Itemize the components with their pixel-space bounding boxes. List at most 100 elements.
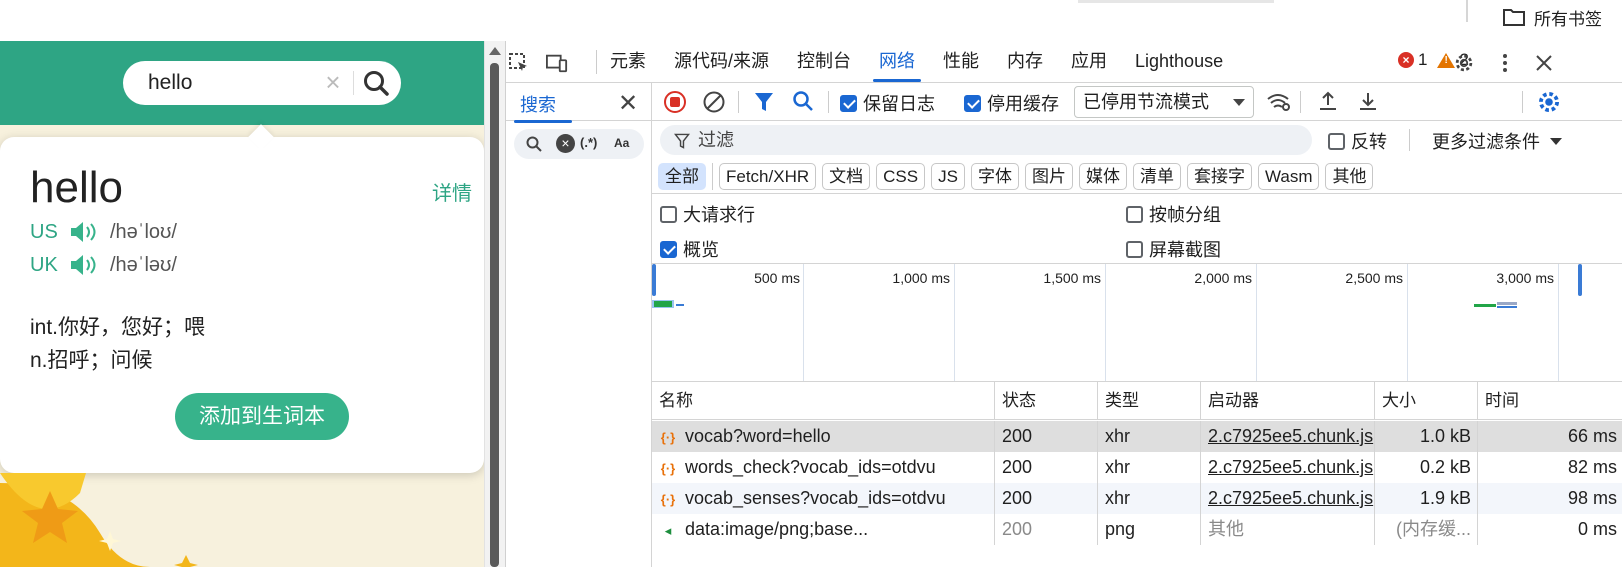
- initiator-link[interactable]: 2.c7925ee5.chunk.js: [1200, 483, 1374, 514]
- big-request-rows-checkbox[interactable]: 大请求行: [660, 201, 755, 227]
- more-options-icon[interactable]: [1494, 52, 1516, 74]
- us-label: US: [30, 220, 58, 243]
- all-bookmarks-button[interactable]: 所有书签: [1502, 4, 1602, 30]
- tab-network[interactable]: 网络: [865, 41, 929, 82]
- request-name-cell[interactable]: ◂ data:image/png;base...: [652, 514, 994, 545]
- clear-icon[interactable]: ×: [556, 134, 575, 153]
- gear-icon[interactable]: [1453, 52, 1475, 74]
- checkbox[interactable]: [1328, 132, 1345, 150]
- match-case-toggle[interactable]: Aa: [614, 136, 629, 150]
- tab-lighthouse[interactable]: Lighthouse: [1121, 41, 1237, 82]
- column-header-name[interactable]: 名称: [652, 382, 994, 420]
- request-name: words_check?vocab_ids=otdvu: [685, 457, 936, 477]
- table-row[interactable]: {·} words_check?vocab_ids=otdvu 200 xhr 2…: [652, 452, 1622, 483]
- request-name-cell[interactable]: {·} vocab_senses?vocab_ids=otdvu: [652, 483, 994, 514]
- filter-icon[interactable]: [754, 91, 774, 113]
- divider: [652, 193, 1622, 194]
- regex-toggle[interactable]: (.*): [580, 135, 597, 150]
- timeline-range-handle[interactable]: [652, 264, 656, 296]
- add-to-vocab-button[interactable]: 添加到生词本: [175, 393, 349, 440]
- inspect-element-icon[interactable]: [508, 52, 530, 74]
- initiator-link[interactable]: 2.c7925ee5.chunk.js: [1200, 452, 1374, 483]
- table-row[interactable]: ◂ data:image/png;base... 200 png 其他 (内存缓.…: [652, 514, 1622, 545]
- filter-chip-css[interactable]: CSS: [876, 163, 926, 190]
- xhr-icon: {·}: [660, 461, 676, 476]
- close-icon[interactable]: [1533, 52, 1555, 74]
- scroll-up-arrow[interactable]: [489, 47, 501, 55]
- checkbox[interactable]: [840, 94, 857, 112]
- timeline-range-handle[interactable]: [1578, 264, 1582, 296]
- filter-input[interactable]: 过滤: [660, 125, 1312, 155]
- column-header-initiator[interactable]: 启动器: [1200, 382, 1374, 420]
- invert-label: 反转: [1351, 132, 1387, 152]
- request-name: data:image/png;base...: [685, 519, 869, 539]
- table-row[interactable]: {·} vocab?word=hello 200 xhr 2.c7925ee5.c…: [652, 421, 1622, 452]
- search-input[interactable]: [148, 71, 308, 95]
- checkbox[interactable]: [964, 94, 981, 112]
- import-har-icon[interactable]: [1317, 90, 1339, 112]
- tab-console[interactable]: 控制台: [783, 41, 865, 82]
- request-name-cell[interactable]: {·} words_check?vocab_ids=otdvu: [652, 452, 994, 483]
- clear-icon[interactable]: [702, 90, 726, 114]
- column-header-type[interactable]: 类型: [1097, 382, 1200, 420]
- filter-chip-fetch-xhr[interactable]: Fetch/XHR: [719, 163, 817, 190]
- table-row[interactable]: {·} vocab_senses?vocab_ids=otdvu 200 xhr …: [652, 483, 1622, 514]
- screenshots-checkbox[interactable]: 屏幕截图: [1126, 236, 1221, 262]
- network-conditions-icon[interactable]: [1266, 91, 1292, 113]
- network-overview-timeline[interactable]: 500 ms 1,000 ms 1,500 ms 2,000 ms 2,500 …: [652, 263, 1622, 382]
- page-scrollbar[interactable]: [484, 41, 505, 567]
- checkbox[interactable]: [1126, 240, 1143, 258]
- filter-bar: 过滤 反转 更多过滤条件: [652, 121, 1622, 159]
- tab-memory[interactable]: 内存: [993, 41, 1057, 82]
- filter-chip-other[interactable]: 其他: [1325, 163, 1374, 190]
- request-name-cell[interactable]: {·} vocab?word=hello: [652, 421, 994, 452]
- throttling-select[interactable]: 已停用节流模式: [1074, 86, 1254, 118]
- network-panel: 保留日志 停用缓存 已停用节流模式 过滤 反转 更多过滤条件 全部 Fetch/…: [652, 83, 1622, 567]
- column-header-time[interactable]: 时间: [1477, 382, 1622, 420]
- column-header-status[interactable]: 状态: [994, 382, 1097, 420]
- popup-arrow: [248, 124, 274, 150]
- speaker-icon[interactable]: [69, 253, 101, 277]
- checkbox[interactable]: [660, 240, 677, 258]
- disable-cache-checkbox[interactable]: 停用缓存: [964, 90, 1059, 116]
- timeline-bar: [1474, 304, 1496, 307]
- search-panel-input[interactable]: × (.*) Aa: [514, 129, 644, 159]
- clear-icon[interactable]: ×: [321, 69, 345, 95]
- device-toolbar-icon[interactable]: [546, 52, 568, 74]
- filter-chip-js[interactable]: JS: [931, 163, 965, 190]
- time-cell: 82 ms: [1477, 452, 1622, 483]
- column-header-size[interactable]: 大小: [1374, 382, 1477, 420]
- search-icon[interactable]: [361, 68, 391, 98]
- error-count[interactable]: × 1: [1398, 50, 1427, 70]
- filter-chip-media[interactable]: 媒体: [1078, 163, 1127, 190]
- filter-chip-all[interactable]: 全部: [658, 163, 706, 190]
- filter-chip-doc[interactable]: 文档: [822, 163, 871, 190]
- initiator-link[interactable]: 2.c7925ee5.chunk.js: [1200, 421, 1374, 452]
- filter-chip-manifest[interactable]: 清单: [1132, 163, 1181, 190]
- gear-icon[interactable]: [1536, 89, 1562, 115]
- filter-chip-img[interactable]: 图片: [1024, 163, 1073, 190]
- tab-elements[interactable]: 元素: [596, 41, 660, 82]
- group-by-frame-checkbox[interactable]: 按帧分组: [1126, 201, 1221, 227]
- filter-chip-wasm[interactable]: Wasm: [1257, 163, 1320, 190]
- size-cell: 1.0 kB: [1374, 421, 1477, 452]
- filter-chip-ws[interactable]: 套接字: [1186, 163, 1252, 190]
- search-icon[interactable]: [792, 90, 814, 112]
- detail-link[interactable]: 详情: [432, 177, 472, 206]
- tab-application[interactable]: 应用: [1057, 41, 1121, 82]
- overview-checkbox[interactable]: 概览: [660, 236, 719, 262]
- search-panel-title[interactable]: 搜索: [514, 91, 572, 123]
- invert-checkbox[interactable]: 反转: [1328, 128, 1387, 154]
- checkbox[interactable]: [1126, 205, 1143, 223]
- scrollbar-thumb[interactable]: [490, 63, 499, 567]
- filter-chip-font[interactable]: 字体: [970, 163, 1019, 190]
- tab-performance[interactable]: 性能: [929, 41, 993, 82]
- preserve-log-checkbox[interactable]: 保留日志: [840, 90, 935, 116]
- close-icon[interactable]: ✕: [618, 89, 638, 118]
- export-har-icon[interactable]: [1357, 90, 1379, 112]
- checkbox[interactable]: [660, 205, 677, 223]
- more-filters-dropdown[interactable]: 更多过滤条件: [1432, 128, 1562, 154]
- tab-sources[interactable]: 源代码/来源: [660, 41, 783, 82]
- record-stop-icon[interactable]: [663, 90, 687, 114]
- speaker-icon[interactable]: [69, 220, 101, 244]
